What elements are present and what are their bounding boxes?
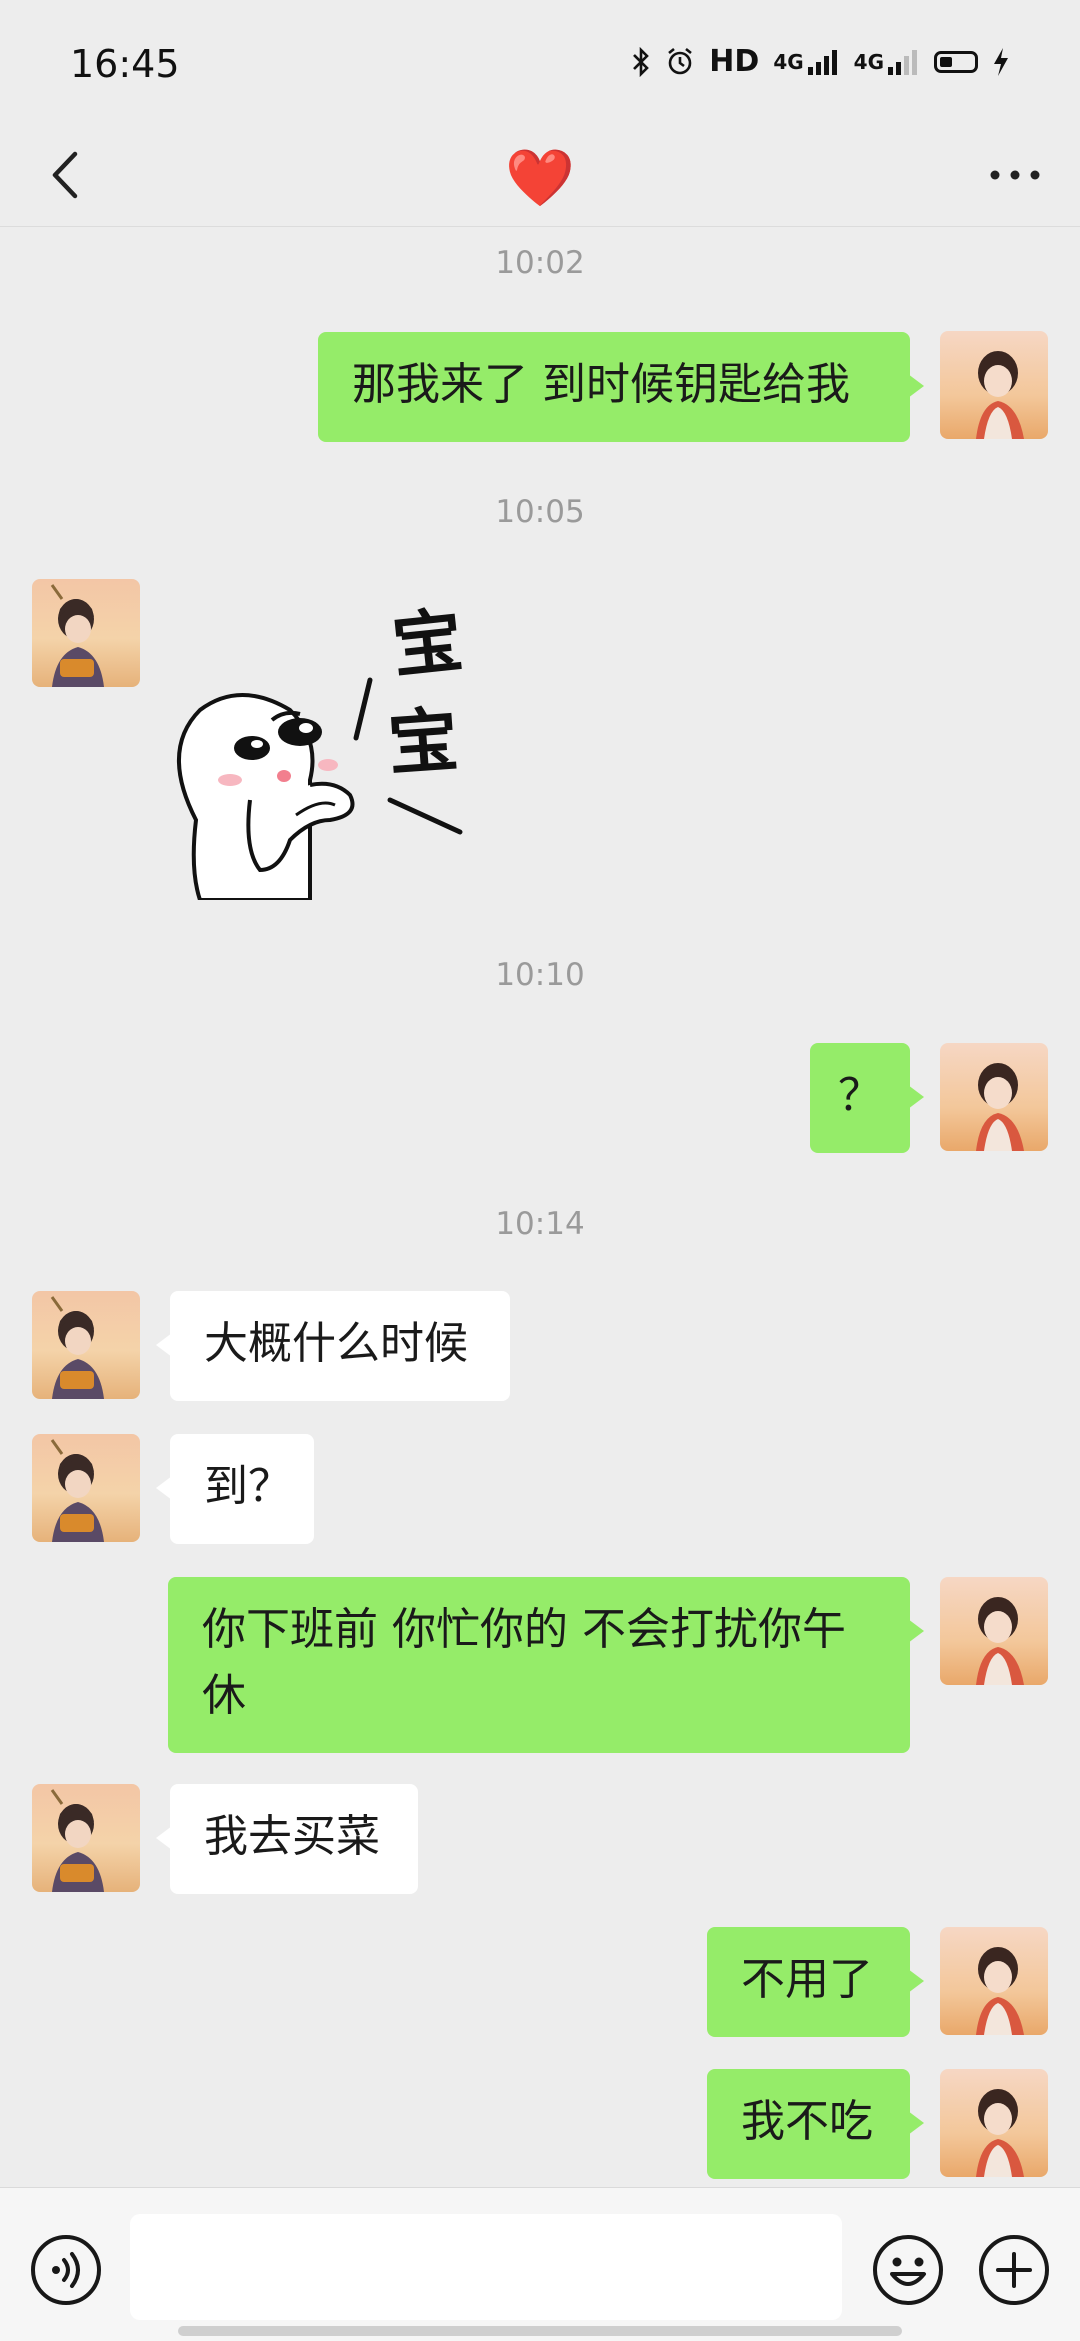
svg-text:宝: 宝: [385, 699, 461, 786]
my-avatar[interactable]: [940, 1043, 1048, 1151]
svg-text:宝: 宝: [388, 599, 466, 688]
message-bubble-me[interactable]: 我不吃: [707, 2069, 924, 2179]
signal-4g-icon-2: 4G: [854, 47, 920, 77]
message-bubble-them[interactable]: 大概什么时候: [156, 1291, 510, 1401]
plus-icon: [979, 2235, 1049, 2305]
input-bar: [0, 2187, 1080, 2341]
plus-button[interactable]: [976, 2232, 1052, 2308]
voice-button[interactable]: [28, 2232, 104, 2308]
message-bubble-me[interactable]: 你下班前 你忙你的 不会打扰你午休: [168, 1577, 924, 1753]
emoji-icon: [873, 2235, 943, 2305]
chat-messages[interactable]: 10:02 那我来了 到时候钥匙给我 10:05 宝 宝 10:10 ？ 10:…: [0, 227, 1080, 2187]
charging-icon: [992, 47, 1010, 77]
battery-icon: [934, 50, 978, 73]
alarm-icon: [665, 47, 695, 77]
voice-icon: [31, 2235, 101, 2305]
bluetooth-icon: [631, 46, 651, 77]
timestamp: 10:02: [495, 245, 585, 281]
signal-4g-icon: 4G: [773, 47, 839, 77]
status-icons: HD 4G 4G: [631, 44, 1010, 79]
network-label-1: 4G: [773, 49, 804, 74]
more-button[interactable]: [980, 140, 1050, 210]
chevron-left-icon: [52, 151, 78, 199]
contact-avatar[interactable]: [32, 579, 140, 687]
more-dots-icon: [990, 170, 1040, 180]
my-avatar[interactable]: [940, 1577, 1048, 1685]
timestamp: 10:14: [495, 1206, 585, 1242]
emoji-button[interactable]: [870, 2232, 946, 2308]
message-bubble-them[interactable]: 我去买菜: [156, 1784, 418, 1894]
network-label-2: 4G: [853, 49, 884, 74]
my-avatar[interactable]: [940, 331, 1048, 439]
status-bar: 16:45 HD 4G 4G: [0, 0, 1080, 130]
message-bubble-me[interactable]: ？: [810, 1043, 924, 1153]
message-bubble-them[interactable]: 到？: [156, 1434, 314, 1544]
message-bubble-me[interactable]: 不用了: [707, 1927, 924, 2037]
timestamp: 10:10: [495, 957, 585, 993]
my-avatar[interactable]: [940, 2069, 1048, 2177]
contact-avatar[interactable]: [32, 1784, 140, 1892]
home-indicator[interactable]: [178, 2326, 902, 2336]
sticker-image[interactable]: 宝宝 宝 宝: [160, 570, 490, 902]
contact-avatar[interactable]: [32, 1434, 140, 1542]
timestamp: 10:05: [495, 494, 585, 530]
chat-title: ❤️: [505, 146, 575, 211]
hd-label: HD: [709, 44, 760, 79]
chat-header: ❤️: [0, 130, 1080, 227]
message-input[interactable]: [130, 2214, 842, 2320]
message-bubble-me[interactable]: 那我来了 到时候钥匙给我: [318, 332, 924, 442]
status-time: 16:45: [70, 42, 180, 86]
back-button[interactable]: [30, 140, 100, 210]
my-avatar[interactable]: [940, 1927, 1048, 2035]
contact-avatar[interactable]: [32, 1291, 140, 1399]
